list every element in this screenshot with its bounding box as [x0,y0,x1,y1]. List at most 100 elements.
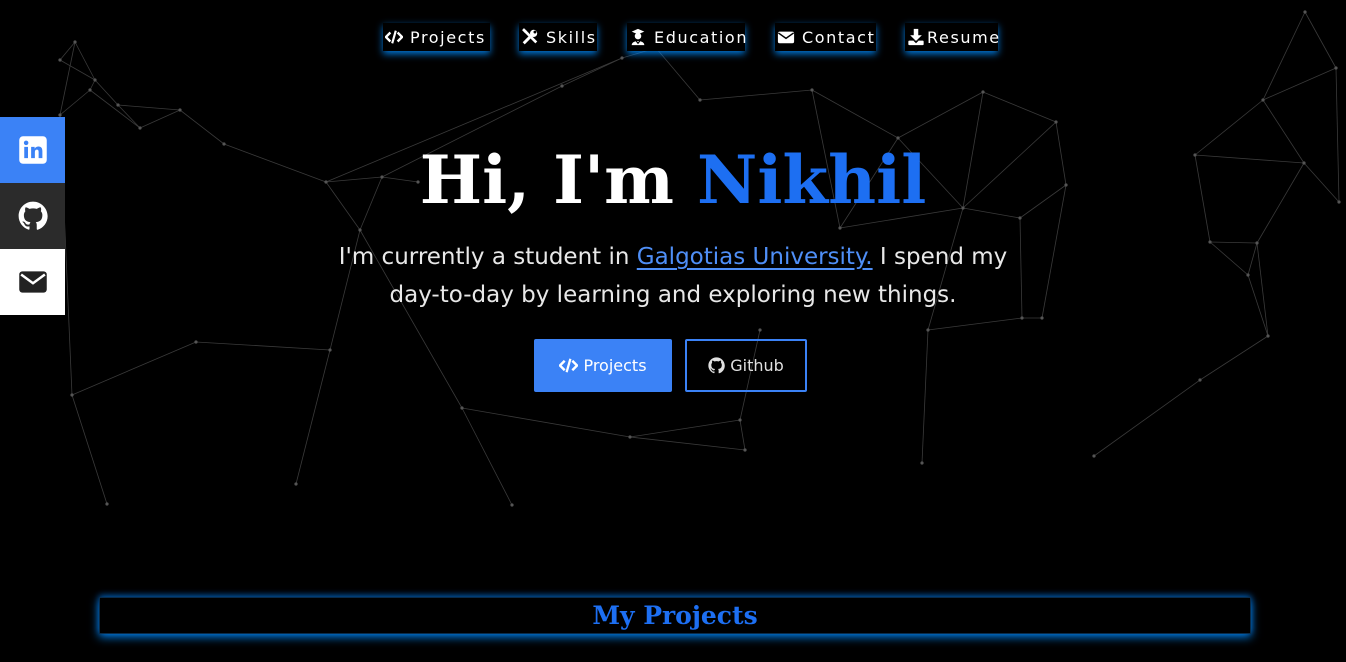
nav-skills[interactable]: Skills [519,23,597,51]
nav-projects-label: Projects [410,27,486,47]
projects-button[interactable]: Projects [534,339,672,392]
page: Projects Skills Education Contact Resume [0,0,1346,662]
network-line [1209,241,1249,276]
nav-contact-label: Contact [802,27,876,47]
network-node [1020,316,1024,320]
network-line [811,89,899,139]
network-line [461,407,631,438]
network-line [94,79,119,106]
network-node [178,108,182,112]
network-node [1303,10,1307,14]
network-line [927,317,1023,331]
network-line [699,89,813,101]
network-line [139,109,181,129]
network-node [460,406,464,410]
network-line [982,91,1057,123]
university-link[interactable]: Galgotias University. [637,244,873,270]
network-node [58,58,62,62]
network-node [620,56,624,60]
github-icon [708,357,726,374]
network-line [1093,379,1201,457]
network-line [195,341,331,351]
nav-skills-label: Skills [546,27,597,47]
projects-section-header: My Projects [99,597,1251,634]
network-node [1334,66,1338,70]
network-line [117,104,141,129]
hero-text-before: I'm currently a student in [338,244,637,270]
network-node [1092,454,1096,458]
particle-network-background [58,10,1341,507]
network-node [510,503,514,507]
code-icon [385,28,403,46]
hero-title: Hi, I'm Nikhil [0,138,1346,222]
network-line [71,394,108,505]
network-node [560,84,564,88]
network-node [138,126,142,130]
network-line [295,349,331,485]
nav-contact[interactable]: Contact [775,23,876,51]
network-node [743,448,747,452]
network-node [1208,240,1212,244]
network-node [1040,316,1044,320]
network-line [1019,217,1023,319]
network-node [698,98,702,102]
network-node [1266,334,1270,338]
nav-education-label: Education [654,27,749,47]
network-line [739,419,746,451]
network-node [1054,120,1058,124]
network-line [1199,335,1269,381]
network-line [1256,242,1269,337]
network-node [628,435,632,439]
network-node [294,482,298,486]
nav-resume[interactable]: Resume [905,23,1001,51]
network-line [89,79,96,91]
network-line [1247,242,1258,276]
network-node [981,90,985,94]
network-line [655,47,701,101]
top-nav: Projects Skills Education Contact Resume [0,23,1346,51]
network-node [926,328,930,332]
hero-name: Nikhil [697,141,927,219]
network-node [358,228,362,232]
network-line [1209,241,1258,244]
mail-link[interactable] [0,249,65,315]
network-node [738,418,742,422]
network-line [71,341,197,396]
network-line [629,436,746,451]
github-button[interactable]: Github [685,339,807,392]
nav-projects[interactable]: Projects [383,23,490,51]
mail-icon [18,271,47,293]
hero-greeting: Hi, I'm [419,141,697,219]
code-icon [559,358,579,373]
network-node [328,348,332,352]
network-node [920,461,924,465]
network-node [1255,241,1259,245]
network-line [117,104,181,111]
network-node [810,88,814,92]
network-node [1246,273,1250,277]
network-node [838,226,842,230]
network-node [1198,378,1202,382]
nav-education[interactable]: Education [627,23,749,51]
tools-icon [521,28,539,46]
network-node [1261,98,1265,102]
envelope-icon [777,28,795,46]
network-line [897,91,984,139]
network-line [629,419,741,438]
network-line [461,407,513,506]
projects-button-label: Projects [583,356,647,375]
network-line [921,329,929,464]
network-line [89,89,141,129]
network-node [88,88,92,92]
network-node [105,502,109,506]
network-node [93,78,97,82]
network-node [116,103,120,107]
hero-description: I'm currently a student in Galgotias Uni… [333,238,1013,314]
section-title: My Projects [592,601,758,630]
network-node [758,328,762,332]
github-button-label: Github [730,356,784,375]
nav-resume-label: Resume [927,27,1001,47]
network-line [1262,67,1337,101]
download-icon [907,28,925,46]
graduate-icon [629,28,647,46]
